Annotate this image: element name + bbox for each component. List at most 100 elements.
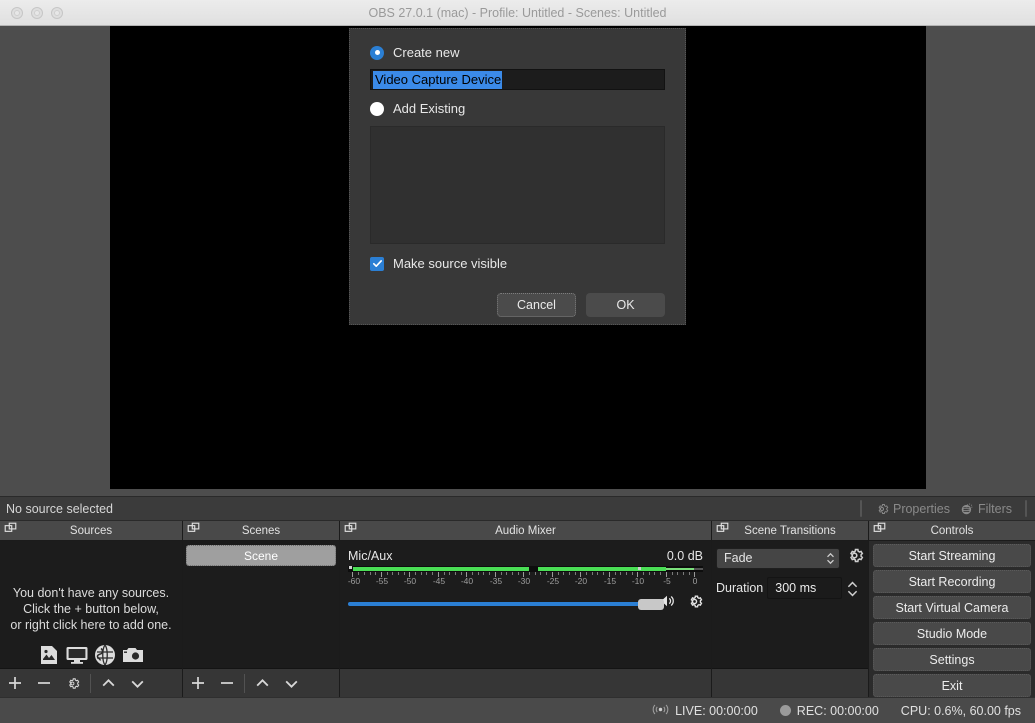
obs-window: OBS 27.0.1 (mac) - Profile: Untitled - S…	[0, 0, 1035, 723]
titlebar: OBS 27.0.1 (mac) - Profile: Untitled - S…	[0, 0, 1035, 26]
live-timer: LIVE: 00:00:00	[675, 703, 758, 718]
sources-toolbar	[0, 668, 182, 697]
exit-label: Exit	[941, 678, 963, 693]
mixer-channel-name: Mic/Aux	[348, 549, 393, 563]
dialog-buttons: Cancel OK	[370, 293, 665, 317]
transitions-body: Fade Duration 300 ms	[712, 541, 868, 668]
source-properties-button[interactable]	[58, 670, 87, 697]
transitions-dock-label: Scene Transitions	[744, 524, 836, 537]
meter-tick-label: -10	[631, 576, 645, 586]
image-source-icon	[37, 643, 61, 668]
create-new-radio[interactable]	[370, 45, 384, 60]
transition-settings-gear-icon[interactable]	[845, 546, 864, 570]
start-recording-button[interactable]: Start Recording	[873, 570, 1031, 593]
meter-scale: -60 -55 -50 -45 -40 -35 -30 -25 -20 -15 …	[348, 572, 703, 586]
cancel-button[interactable]: Cancel	[497, 293, 576, 317]
add-existing-option[interactable]: Add Existing	[370, 101, 665, 116]
mixer-dock-title[interactable]: Audio Mixer	[340, 521, 711, 541]
meter-tick-label: -5	[663, 576, 671, 586]
meter-tick-label: -35	[489, 576, 503, 586]
transitions-dock-title[interactable]: Scene Transitions	[712, 521, 868, 541]
controls-dock-title[interactable]: Controls	[869, 521, 1035, 541]
mixer-channel-row: Mic/Aux 0.0 dB	[348, 549, 703, 563]
statusbar: LIVE: 00:00:00 REC: 00:00:00 CPU: 0.6%, …	[0, 697, 1035, 723]
mixer-toolbar	[340, 668, 711, 697]
ok-label: OK	[616, 298, 635, 312]
audio-settings-gear-icon[interactable]	[686, 593, 703, 615]
maximize-window-button[interactable]	[51, 6, 63, 19]
record-indicator-icon	[779, 705, 791, 716]
display-capture-icon	[65, 643, 89, 668]
minimize-window-button[interactable]	[31, 6, 43, 19]
settings-button[interactable]: Settings	[873, 648, 1031, 671]
scenes-dock-label: Scenes	[241, 524, 281, 537]
transitions-dock: Scene Transitions Fade Duration 300 ms	[712, 521, 869, 697]
exit-button[interactable]: Exit	[873, 674, 1031, 697]
sources-empty-message: You don't have any sources. Click the + …	[0, 585, 182, 633]
properties-button[interactable]: Properties	[870, 501, 955, 517]
window-title: OBS 27.0.1 (mac) - Profile: Untitled - S…	[368, 5, 667, 20]
add-existing-radio[interactable]	[370, 101, 384, 116]
ok-button[interactable]: OK	[586, 293, 665, 317]
meter-tick-label: 0	[692, 576, 698, 586]
duration-input[interactable]: 300 ms	[767, 577, 857, 599]
scene-list-item[interactable]: Scene	[186, 545, 336, 566]
scene-item-label: Scene	[243, 548, 279, 563]
source-name-value: Video Capture Device	[373, 70, 503, 89]
scenes-dock-title[interactable]: Scenes	[183, 521, 339, 541]
transition-select[interactable]: Fade	[716, 547, 840, 569]
filters-button[interactable]: Filters	[955, 501, 1017, 517]
cpu-status: CPU: 0.6%, 60.00 fps	[901, 704, 1021, 718]
cancel-label: Cancel	[517, 298, 556, 312]
scenes-toolbar-divider	[244, 673, 245, 693]
duration-stepper[interactable]	[843, 577, 861, 601]
sources-empty-line3: or right click here to add one.	[10, 618, 172, 632]
remove-scene-button[interactable]	[212, 670, 241, 697]
start-virtual-camera-label: Start Virtual Camera	[895, 600, 1009, 615]
start-streaming-button[interactable]: Start Streaming	[873, 544, 1031, 567]
add-scene-button[interactable]	[183, 670, 212, 697]
create-new-option[interactable]: Create new	[370, 45, 665, 60]
sources-empty-line1: You don't have any sources.	[12, 586, 170, 600]
studio-mode-button[interactable]: Studio Mode	[873, 622, 1031, 645]
meter-tick-label: -20	[574, 576, 588, 586]
meter-tick-label: -40	[460, 576, 474, 586]
move-scene-down-button[interactable]	[277, 670, 306, 697]
start-virtual-camera-button[interactable]: Start Virtual Camera	[873, 596, 1031, 619]
make-source-visible-checkbox[interactable]	[370, 256, 384, 271]
source-name-input[interactable]: Video Capture Device	[370, 69, 665, 90]
add-source-button[interactable]	[0, 670, 29, 697]
mixer-dock-label: Audio Mixer	[495, 524, 556, 537]
audio-mixer-dock: Audio Mixer Mic/Aux 0.0 dB -60 -55 -50 -…	[340, 521, 712, 697]
settings-label: Settings	[929, 652, 975, 667]
add-existing-label: Add Existing	[393, 101, 466, 116]
broadcast-icon	[652, 703, 669, 719]
scenes-list[interactable]: Scene	[183, 541, 339, 668]
duration-value: 300 ms	[775, 581, 817, 595]
toolbar-divider-left	[859, 500, 862, 517]
meter-tick-label: -60	[347, 576, 361, 586]
start-streaming-label: Start Streaming	[908, 548, 996, 563]
meter-tick-label: -15	[603, 576, 617, 586]
filters-label: Filters	[977, 501, 1012, 516]
browser-source-icon	[93, 643, 117, 668]
move-source-up-button[interactable]	[94, 670, 123, 697]
gear-icon	[875, 502, 889, 516]
duration-row: Duration 300 ms	[716, 577, 864, 599]
volume-row	[348, 592, 703, 615]
transition-select-row: Fade	[716, 546, 864, 570]
scenes-toolbar	[183, 668, 339, 697]
make-source-visible-row[interactable]: Make source visible	[370, 256, 665, 271]
studio-mode-label: Studio Mode	[916, 626, 988, 641]
remove-source-button[interactable]	[29, 670, 58, 697]
volume-slider[interactable]	[348, 597, 664, 611]
scenes-dock: Scenes Scene	[183, 521, 340, 697]
duration-label: Duration	[716, 581, 764, 595]
existing-sources-list[interactable]	[370, 126, 665, 244]
move-scene-up-button[interactable]	[248, 670, 277, 697]
close-window-button[interactable]	[11, 6, 23, 19]
sources-dock-title[interactable]: Sources	[0, 521, 182, 541]
move-source-down-button[interactable]	[123, 670, 152, 697]
make-source-visible-label: Make source visible	[393, 256, 508, 271]
sources-list[interactable]: You don't have any sources. Click the + …	[0, 541, 182, 668]
